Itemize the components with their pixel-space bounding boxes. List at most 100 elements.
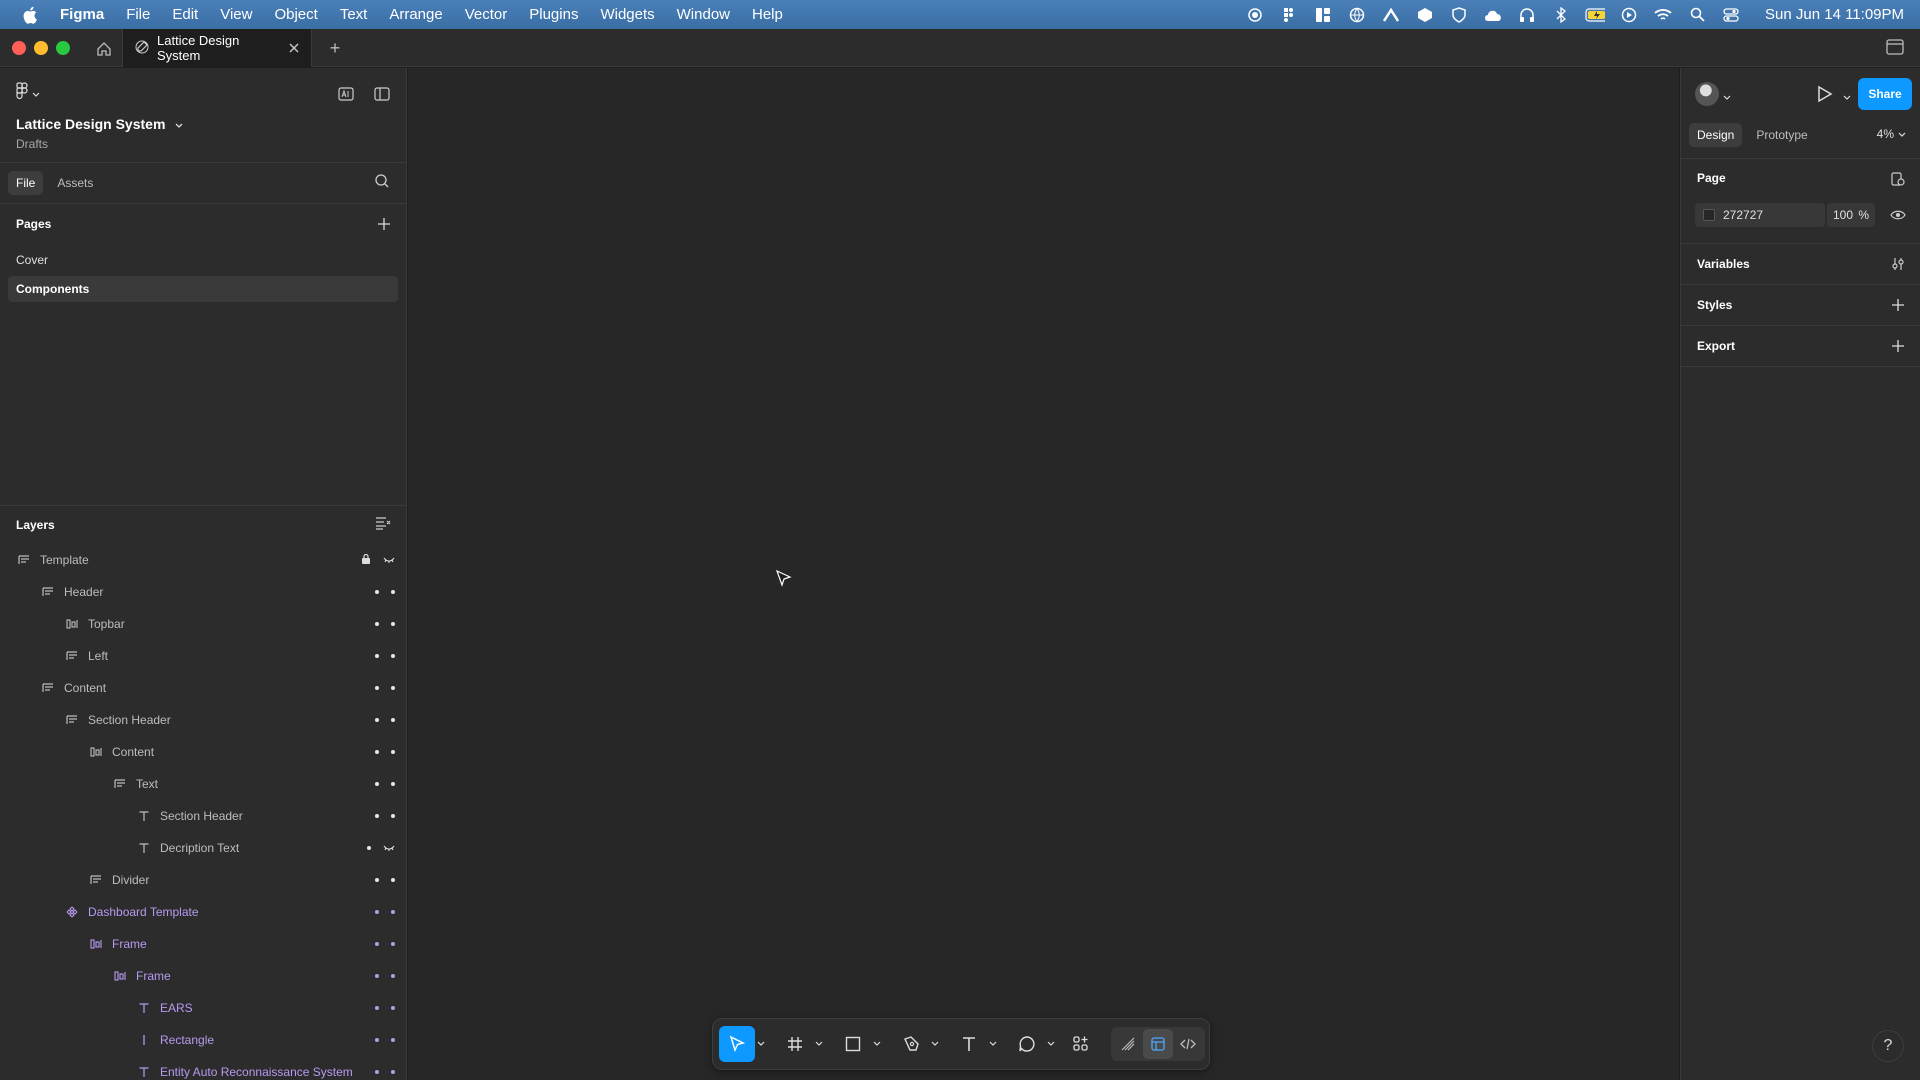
layer-row[interactable]: Topbar	[0, 608, 407, 640]
menu-file[interactable]: File	[126, 6, 150, 23]
menu-bar-clock[interactable]: Sun Jun 14 11:09PM	[1765, 6, 1904, 23]
visibility-toggle-dot[interactable]	[391, 1006, 395, 1010]
network-globe-icon[interactable]	[1347, 6, 1367, 24]
design-canvas[interactable]	[408, 68, 1679, 1080]
page-settings-icon[interactable]	[1888, 169, 1908, 189]
spotlight-search-icon[interactable]	[1687, 6, 1707, 24]
lock-icon[interactable]	[361, 553, 371, 568]
menu-widgets[interactable]: Widgets	[600, 6, 654, 23]
tab-assets[interactable]: Assets	[49, 171, 101, 195]
layer-options-icon[interactable]	[375, 516, 395, 536]
shield-icon[interactable]	[1449, 6, 1469, 24]
menu-plugins[interactable]: Plugins	[529, 6, 578, 23]
layout-app-icon[interactable]	[1313, 6, 1333, 24]
add-style-icon[interactable]	[1888, 295, 1908, 315]
layer-row[interactable]: Header	[0, 576, 407, 608]
chevron-down-icon[interactable]	[813, 1041, 825, 1047]
layer-row[interactable]: Decription Text	[0, 832, 407, 864]
share-button[interactable]: Share	[1858, 78, 1912, 110]
lock-toggle-dot[interactable]	[375, 1070, 379, 1074]
avatar[interactable]	[1695, 82, 1719, 106]
lock-toggle-dot[interactable]	[375, 910, 379, 914]
layer-row[interactable]: Section Header	[0, 800, 407, 832]
visibility-toggle-dot[interactable]	[391, 590, 395, 594]
cube-icon[interactable]	[1415, 6, 1435, 24]
menu-view[interactable]: View	[220, 6, 252, 23]
tab-prototype[interactable]: Prototype	[1748, 123, 1815, 147]
layer-row[interactable]: Rectangle	[0, 1024, 407, 1056]
lock-toggle-dot[interactable]	[375, 686, 379, 690]
color-swatch[interactable]	[1703, 209, 1715, 221]
visibility-toggle-dot[interactable]	[391, 654, 395, 658]
layer-row[interactable]: EARS	[0, 992, 407, 1024]
chevron-down-icon[interactable]	[1843, 88, 1851, 106]
tab-file[interactable]: File	[8, 171, 44, 195]
visibility-toggle-dot[interactable]	[391, 1038, 395, 1042]
lock-toggle-dot[interactable]	[375, 622, 379, 626]
menu-vector[interactable]: Vector	[465, 6, 508, 23]
visibility-toggle-dot[interactable]	[391, 814, 395, 818]
visibility-toggle-dot[interactable]	[391, 878, 395, 882]
layer-row[interactable]: Dashboard Template	[0, 896, 407, 928]
control-center-icon[interactable]	[1721, 6, 1741, 24]
window-close-button[interactable]	[12, 41, 26, 55]
frame-tool[interactable]	[777, 1026, 825, 1062]
lock-toggle-dot[interactable]	[375, 590, 379, 594]
app-menu-figma[interactable]: Figma	[60, 6, 104, 23]
lock-toggle-dot[interactable]	[375, 942, 379, 946]
sidebar-collapse-icon[interactable]	[370, 82, 394, 106]
menu-edit[interactable]: Edit	[172, 6, 198, 23]
lock-toggle-dot[interactable]	[375, 1006, 379, 1010]
lock-toggle-dot[interactable]	[375, 782, 379, 786]
chevron-down-icon[interactable]	[1045, 1041, 1057, 1047]
present-play-icon[interactable]	[1813, 82, 1837, 106]
design-mode-icon[interactable]	[1143, 1029, 1173, 1059]
headphones-icon[interactable]	[1517, 6, 1537, 24]
search-icon[interactable]	[374, 173, 394, 193]
zoom-dropdown[interactable]: 4%	[1877, 127, 1906, 141]
close-tab-icon[interactable]	[285, 39, 303, 57]
visibility-toggle-dot[interactable]	[391, 910, 395, 914]
hidden-eye-icon[interactable]	[383, 553, 395, 567]
lock-toggle-dot[interactable]	[375, 1038, 379, 1042]
comment-tool[interactable]	[1009, 1026, 1057, 1062]
play-circle-icon[interactable]	[1619, 6, 1639, 24]
visibility-toggle-dot[interactable]	[391, 750, 395, 754]
panel-toggle-icon[interactable]	[1886, 39, 1906, 59]
chevron-down-icon[interactable]	[929, 1041, 941, 1047]
layer-row[interactable]: Frame	[0, 928, 407, 960]
window-zoom-button[interactable]	[56, 41, 70, 55]
shape-tool[interactable]	[835, 1026, 883, 1062]
page-item-cover[interactable]: Cover	[8, 247, 398, 273]
add-page-icon[interactable]	[374, 214, 394, 234]
visibility-toggle-dot[interactable]	[391, 686, 395, 690]
layer-row[interactable]: Text	[0, 768, 407, 800]
lock-toggle-dot[interactable]	[375, 814, 379, 818]
variables-sliders-icon[interactable]	[1888, 254, 1908, 274]
layer-row[interactable]: Left	[0, 640, 407, 672]
new-tab-button[interactable]: +	[324, 37, 346, 59]
battery-icon[interactable]	[1585, 6, 1606, 24]
ai-text-icon[interactable]	[334, 82, 358, 106]
menu-window[interactable]: Window	[677, 6, 730, 23]
visibility-toggle-dot[interactable]	[391, 974, 395, 978]
layer-row[interactable]: Content	[0, 736, 407, 768]
menu-object[interactable]: Object	[274, 6, 317, 23]
apple-icon[interactable]	[20, 4, 42, 26]
visibility-toggle-dot[interactable]	[391, 1070, 395, 1074]
layer-row[interactable]: Entity Auto Reconnaissance System	[0, 1056, 407, 1080]
visibility-toggle-dot[interactable]	[391, 718, 395, 722]
file-location[interactable]: Drafts	[16, 137, 48, 151]
lock-toggle-dot[interactable]	[375, 718, 379, 722]
layer-row[interactable]: Divider	[0, 864, 407, 896]
figma-status-icon[interactable]	[1279, 6, 1299, 24]
menu-help[interactable]: Help	[752, 6, 783, 23]
menu-arrange[interactable]: Arrange	[389, 6, 442, 23]
lock-toggle-dot[interactable]	[375, 878, 379, 882]
dev-mode-code-icon[interactable]	[1173, 1029, 1203, 1059]
text-tool[interactable]	[951, 1026, 999, 1062]
chevron-down-icon[interactable]	[1723, 88, 1731, 106]
page-item-components[interactable]: Components	[8, 276, 398, 302]
cloud-icon[interactable]	[1483, 6, 1503, 24]
move-tool[interactable]	[719, 1026, 767, 1062]
